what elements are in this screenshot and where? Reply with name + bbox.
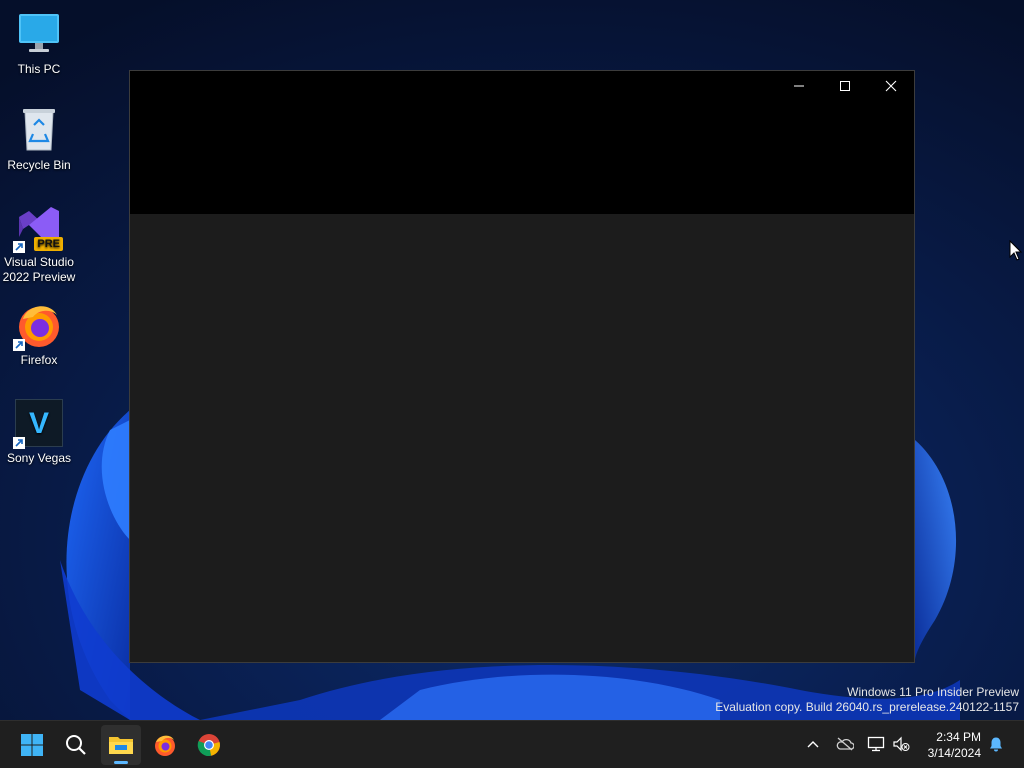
taskbar: 2:34 PM 3/14/2024: [0, 720, 1024, 768]
maximize-icon: [840, 81, 850, 91]
network-button[interactable]: [866, 734, 886, 754]
shortcut-arrow-icon: [13, 241, 25, 253]
clock-date: 3/14/2024: [927, 746, 981, 760]
app-window[interactable]: [129, 70, 915, 663]
active-app-indicator: [114, 761, 128, 764]
vegas-icon: V: [13, 399, 63, 449]
search-button[interactable]: [56, 725, 96, 765]
search-icon: [66, 735, 86, 755]
clock-time: 2:34 PM: [936, 730, 981, 744]
mouse-cursor-icon: [1009, 240, 1023, 261]
desktop-icon-this-pc[interactable]: This PC: [0, 10, 78, 77]
network-icon: [867, 736, 885, 752]
desktop-icon-label: Sony Vegas: [6, 451, 72, 465]
start-icon: [21, 734, 43, 756]
maximize-button[interactable]: [822, 71, 868, 101]
notification-button[interactable]: [986, 734, 1006, 754]
visual-studio-icon: PRE: [13, 203, 63, 253]
evaluation-watermark: Windows 11 Pro Insider Preview Evaluatio…: [715, 685, 1019, 715]
desktop-icon-sony-vegas[interactable]: V Sony Vegas: [0, 399, 78, 466]
show-hidden-icons-button[interactable]: [803, 734, 823, 754]
volume-button[interactable]: [891, 734, 911, 754]
watermark-build: Evaluation copy. Build 26040.rs_prerelea…: [715, 700, 1019, 714]
onedrive-button[interactable]: [835, 734, 855, 754]
desktop-icon-label: This PC: [17, 62, 61, 76]
close-icon: [885, 80, 897, 92]
desktop-icon-label: Firefox: [20, 353, 58, 367]
firefox-icon: [155, 735, 175, 756]
desktop-icon-recycle-bin[interactable]: Recycle Bin: [0, 106, 78, 173]
window-title-bar[interactable]: [130, 71, 914, 214]
shortcut-arrow-icon: [13, 339, 25, 351]
minimize-button[interactable]: [776, 71, 822, 101]
notification-bell-icon: [990, 737, 1002, 752]
computer-monitor-icon: [15, 10, 63, 58]
minimize-icon: [794, 85, 804, 87]
onedrive-icon: [836, 737, 854, 751]
desktop-icon-visual-studio[interactable]: PRE Visual Studio 2022 Preview: [0, 203, 78, 285]
close-button[interactable]: [868, 71, 914, 101]
volume-muted-icon: [893, 736, 910, 752]
taskbar-file-explorer[interactable]: [101, 725, 141, 765]
shortcut-arrow-icon: [13, 437, 25, 449]
desktop-icon-label: Recycle Bin: [7, 158, 71, 172]
firefox-icon: [13, 301, 63, 351]
chrome-icon: [197, 734, 220, 757]
watermark-edition: Windows 11 Pro Insider Preview: [847, 685, 1019, 699]
taskbar-firefox[interactable]: [145, 725, 185, 765]
window-content-area[interactable]: [130, 214, 914, 662]
start-button[interactable]: [12, 725, 52, 765]
taskbar-chrome[interactable]: [189, 725, 229, 765]
file-explorer-icon: [109, 737, 133, 754]
recycle-bin-icon: [15, 106, 63, 154]
clock[interactable]: 2:34 PM 3/14/2024: [928, 729, 981, 761]
chevron-up-icon: [807, 741, 819, 748]
desktop-icon-firefox[interactable]: Firefox: [0, 301, 78, 368]
preview-badge: PRE: [34, 237, 63, 251]
desktop-icon-label: Visual Studio 2022 Preview: [2, 255, 76, 284]
